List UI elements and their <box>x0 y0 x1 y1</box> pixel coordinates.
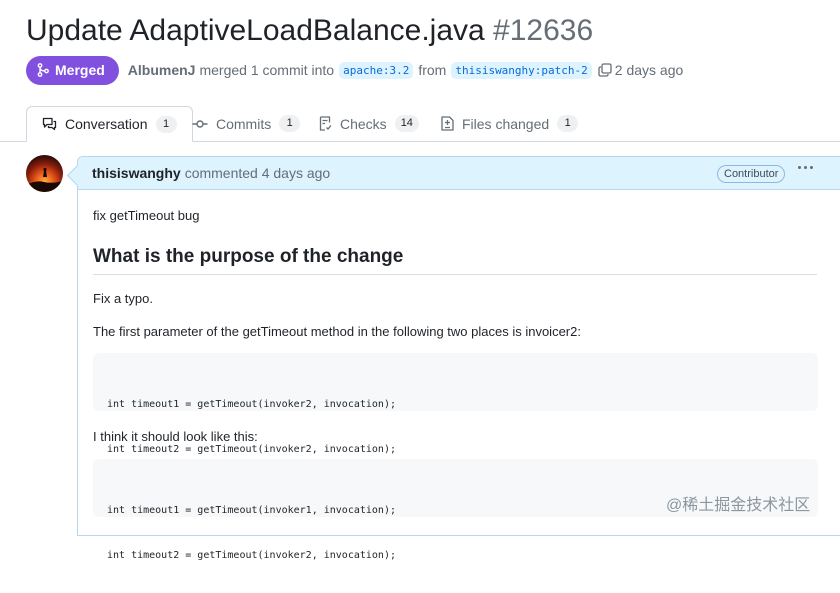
head-branch-label[interactable]: thisiswanghy:patch-2 <box>451 61 592 79</box>
tab-label: Checks <box>340 115 387 132</box>
merge-icon <box>37 63 49 77</box>
tab-files-changed[interactable]: Files changed 1 <box>441 106 579 141</box>
merger-author-link[interactable]: AlbumenJ <box>128 62 196 78</box>
pr-title-text: Update AdaptiveLoadBalance.java <box>26 14 485 47</box>
tab-checks[interactable]: Checks 14 <box>318 106 419 141</box>
pr-tabs: Conversation 1 Commits 1 Checks 14 Files… <box>0 106 840 142</box>
tab-count: 1 <box>155 115 177 133</box>
code-block-1: int timeout1 = getTimeout(invoker2, invo… <box>93 353 818 455</box>
checklist-icon <box>319 116 332 131</box>
merged-status-badge: Merged <box>26 55 119 85</box>
tab-label: Commits <box>216 115 272 132</box>
comment-header: thisiswanghy commented 4 days ago Contri… <box>78 157 840 190</box>
merged-status-label: Merged <box>55 62 105 78</box>
contributor-badge: Contributor <box>717 165 786 183</box>
comment-author-link[interactable]: thisiswanghy <box>92 165 181 181</box>
code-line: int timeout1 = getTimeout(invoker2, invo… <box>107 399 396 410</box>
commit-icon <box>192 119 208 128</box>
tab-commits[interactable]: Commits 1 <box>192 106 301 141</box>
tab-count: 14 <box>394 115 419 132</box>
comment-heading: What is the purpose of the change <box>93 246 817 275</box>
copy-icon[interactable] <box>598 63 612 77</box>
from-text: from <box>418 62 447 78</box>
tab-count: 1 <box>279 115 301 132</box>
avatar-silhouette-icon <box>26 167 63 192</box>
pr-meta: Merged AlbumenJ merged 1 commit into apa… <box>26 55 683 85</box>
comment-box: thisiswanghy commented 4 days ago Contri… <box>77 156 840 561</box>
more-options-icon[interactable] <box>798 166 813 169</box>
comment-icon <box>42 117 57 131</box>
comment-line-4: I think it should look like this: <box>93 429 258 444</box>
comment-line-1: fix getTimeout bug <box>93 208 200 223</box>
pr-title: Update AdaptiveLoadBalance.java #12636 <box>26 12 593 50</box>
comment-line-2: Fix a typo. <box>93 291 153 306</box>
pr-number: #12636 <box>493 14 594 47</box>
code-line: int timeout2 = getTimeout(invoker2, invo… <box>107 444 396 455</box>
tab-conversation[interactable]: Conversation 1 <box>26 106 193 142</box>
code-line: int timeout2 = getTimeout(invoker2, invo… <box>107 550 396 561</box>
tab-label: Conversation <box>65 116 148 132</box>
tab-count: 1 <box>557 115 579 132</box>
file-diff-icon <box>441 116 454 131</box>
comment-line-3: The first parameter of the getTimeout me… <box>93 324 581 339</box>
comment-action-text[interactable]: commented 4 days ago <box>185 165 331 181</box>
watermark: @稀土掘金技术社区 <box>666 497 811 514</box>
merge-time: 2 days ago <box>614 62 684 78</box>
tab-label: Files changed <box>462 115 550 132</box>
merge-action-text: merged 1 commit into <box>199 62 335 78</box>
avatar[interactable] <box>26 155 63 192</box>
base-branch-label[interactable]: apache:3.2 <box>339 61 414 79</box>
